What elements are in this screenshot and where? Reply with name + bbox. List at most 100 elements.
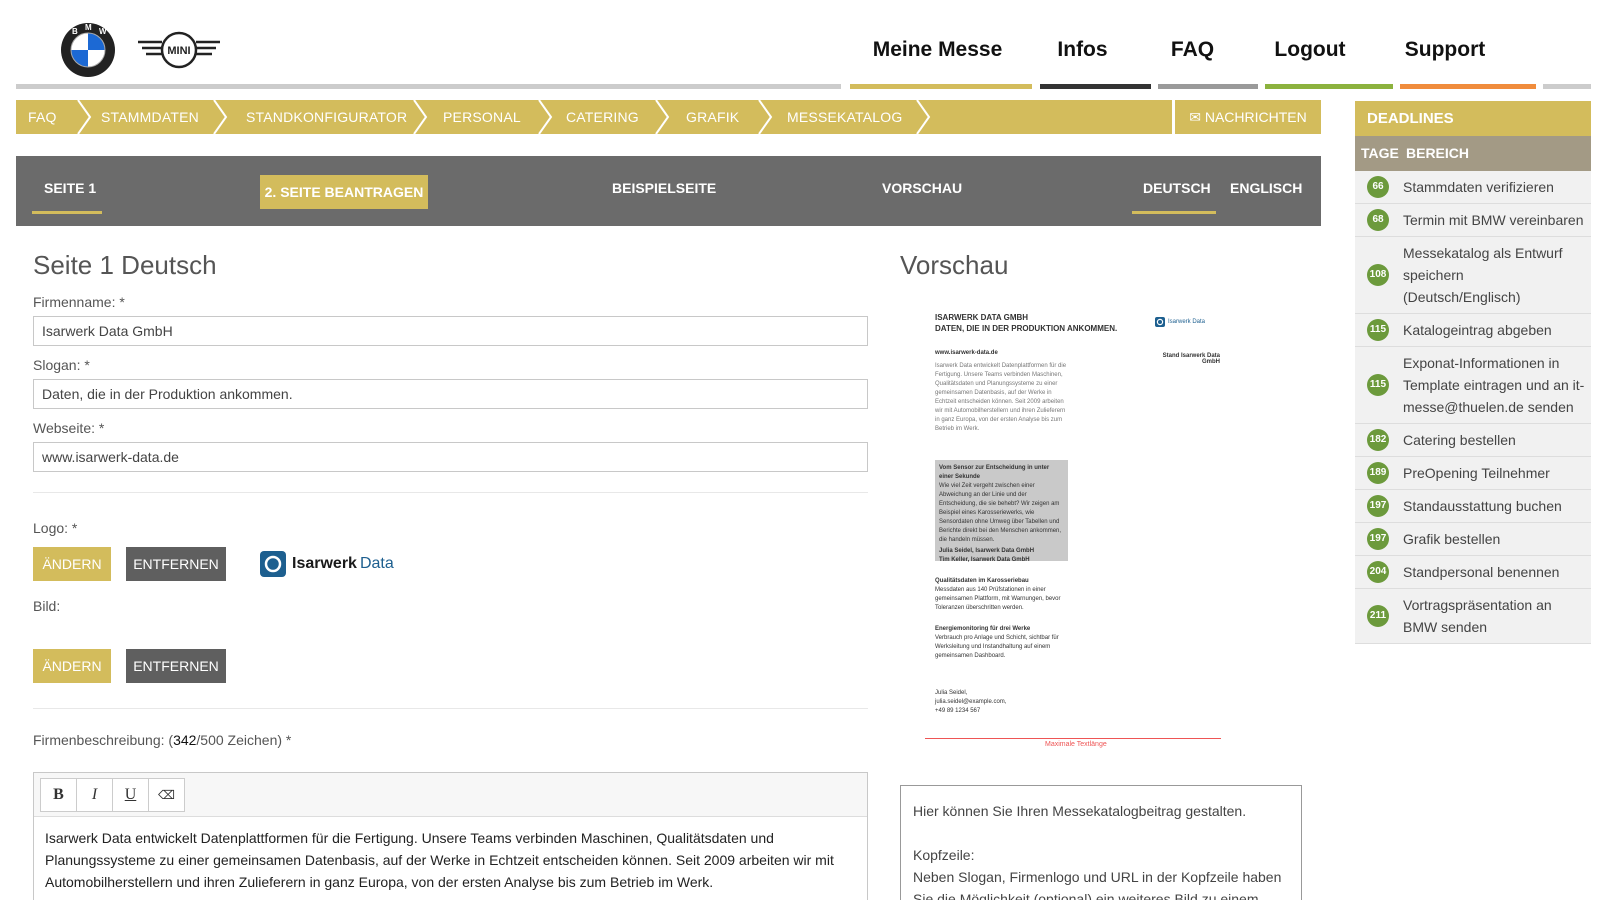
- image-label: Bild:: [33, 598, 61, 614]
- description-char-count: 342: [173, 732, 197, 748]
- svg-text:MINI: MINI: [167, 45, 190, 57]
- nav-meine-messe[interactable]: Meine Messe: [850, 38, 1025, 62]
- breadcrumb-separator: [538, 100, 553, 134]
- logo-label: Logo: *: [33, 520, 78, 536]
- deadline-row[interactable]: 115 Katalogeintrag abgeben: [1355, 314, 1591, 347]
- description-label-suffix: /500 Zeichen) *: [196, 732, 292, 748]
- description-text[interactable]: Isarwerk Data entwickelt Datenplattforme…: [34, 817, 867, 900]
- preview-item-2-body: Verbrauch pro Anlage und Schicht, sichtb…: [935, 635, 1059, 659]
- deadline-row[interactable]: 204 Standpersonal benennen: [1355, 556, 1591, 589]
- lang-de[interactable]: DEUTSCH: [1143, 180, 1211, 196]
- days-badge: 115: [1367, 319, 1389, 341]
- nav-underline-faq: [1158, 84, 1258, 89]
- preview-box-body: Wie viel Zeit vergeht zwischen einer Abw…: [939, 483, 1062, 543]
- deadline-text: Messekatalog als Entwurf speichern (Deut…: [1403, 245, 1563, 305]
- nav-faq[interactable]: FAQ: [1140, 38, 1245, 62]
- italic-button[interactable]: I: [76, 778, 113, 812]
- website-field[interactable]: [33, 442, 868, 472]
- image-change-button[interactable]: ÄNDERN: [33, 649, 111, 683]
- tab-page-1[interactable]: SEITE 1: [44, 180, 96, 196]
- deadline-row[interactable]: 108 Messekatalog als Entwurf speichern (D…: [1355, 237, 1591, 314]
- breadcrumb-personal[interactable]: PERSONAL: [443, 100, 521, 134]
- nav-support[interactable]: Support: [1375, 38, 1515, 62]
- nav-underline-infos: [1040, 84, 1151, 89]
- tab-preview[interactable]: VORSCHAU: [882, 180, 962, 196]
- breadcrumb-separator: [413, 100, 428, 134]
- deadline-row[interactable]: 182 Catering bestellen: [1355, 424, 1591, 457]
- breadcrumb-separator: [758, 100, 773, 134]
- tab-example-page[interactable]: BEISPIELSEITE: [612, 180, 716, 196]
- breadcrumb-separator: [655, 100, 670, 134]
- breadcrumb-faq[interactable]: FAQ: [28, 100, 57, 134]
- days-badge: 66: [1367, 176, 1389, 198]
- lang-en[interactable]: ENGLISCH: [1230, 180, 1302, 196]
- deadline-row[interactable]: 68 Termin mit BMW vereinbaren: [1355, 204, 1591, 237]
- nav-infos[interactable]: Infos: [1025, 38, 1140, 62]
- preview-logo: Isarwerk Data: [1155, 317, 1205, 327]
- divider: [33, 708, 868, 709]
- deadline-row[interactable]: 197 Grafik bestellen: [1355, 523, 1591, 556]
- brand-logos: B M W MINI: [60, 20, 222, 80]
- deadline-row[interactable]: 66 Stammdaten verifizieren: [1355, 171, 1591, 204]
- logo-remove-button[interactable]: ENTFERNEN: [126, 547, 226, 581]
- description-label: Firmenbeschreibung: (342/500 Zeichen) *: [33, 732, 291, 748]
- deadlines-title: DEADLINES: [1355, 101, 1591, 136]
- preview-logo-icon: [1155, 317, 1165, 327]
- deadlines-col-days: TAGE: [1361, 145, 1399, 161]
- info-heading: Kopfzeile:: [913, 847, 975, 863]
- svg-text:B: B: [72, 27, 78, 36]
- breadcrumb-catering[interactable]: CATERING: [566, 100, 639, 134]
- slogan-field[interactable]: [33, 379, 868, 409]
- apply-page-2-button[interactable]: 2. SEITE BEANTRAGEN: [260, 175, 428, 209]
- nav-logout[interactable]: Logout: [1245, 38, 1375, 62]
- preview-slogan: DATEN, DIE IN DER PRODUKTION ANKOMMEN.: [935, 324, 1118, 333]
- days-badge: 197: [1367, 495, 1389, 517]
- breadcrumb-stammdaten[interactable]: STAMMDATEN: [101, 100, 199, 134]
- website-label: Webseite: *: [33, 420, 105, 436]
- deadline-text: PreOpening Teilnehmer: [1403, 465, 1550, 481]
- days-badge: 197: [1367, 528, 1389, 550]
- preview-title: Vorschau: [900, 250, 1009, 280]
- breadcrumb-messekatalog[interactable]: MESSEKATALOG: [787, 100, 902, 134]
- company-field[interactable]: [33, 316, 868, 346]
- catalog-preview: ISARWERK DATA GMBH DATEN, DIE IN DER PRO…: [925, 305, 1225, 755]
- deadline-row[interactable]: 189 PreOpening Teilnehmer: [1355, 457, 1591, 490]
- preview-item-2-title: Energiemonitoring für drei Werke: [935, 626, 1031, 632]
- deadline-row[interactable]: 211 Vortragspräsentation an BMW senden: [1355, 589, 1591, 644]
- days-badge: 211: [1367, 605, 1389, 627]
- page-subnav: SEITE 1 2. SEITE BEANTRAGEN BEISPIELSEIT…: [16, 156, 1321, 226]
- preview-box-title: Vom Sensor zur Entscheidung in unter ein…: [939, 465, 1050, 480]
- underline-button[interactable]: U: [112, 778, 149, 812]
- days-badge: 204: [1367, 561, 1389, 583]
- description-label-prefix: Firmenbeschreibung: (: [33, 732, 174, 748]
- company-logo-text-2: Data: [359, 555, 394, 572]
- preview-stand: Stand Isarwerk Data GmbH: [1162, 353, 1220, 365]
- logo-change-button[interactable]: ÄNDERN: [33, 547, 111, 581]
- days-badge: 68: [1367, 209, 1389, 231]
- image-remove-button[interactable]: ENTFERNEN: [126, 649, 226, 683]
- deadline-text: Katalogeintrag abgeben: [1403, 322, 1552, 338]
- deadline-row[interactable]: 115 Exponat-Informationen in Template ein…: [1355, 347, 1591, 424]
- deadline-text: Catering bestellen: [1403, 432, 1516, 448]
- tab-page-1-underline: [32, 211, 102, 214]
- main-nav: Meine Messe Infos FAQ Logout Support: [850, 38, 1515, 62]
- nav-underline-logout: [1265, 84, 1393, 89]
- bmw-logo[interactable]: B M W: [60, 22, 116, 78]
- header-divider-right: [1543, 84, 1591, 89]
- clear-format-button[interactable]: ⌫: [148, 778, 185, 812]
- preview-highlight-box: Vom Sensor zur Entscheidung in unter ein…: [935, 460, 1068, 563]
- breadcrumb-standkonfigurator[interactable]: STANDKONFIGURATOR: [246, 100, 407, 134]
- messages-label: NACHRICHTEN: [1204, 109, 1307, 125]
- deadline-text: Vortragspräsentation an BMW senden: [1403, 597, 1552, 635]
- bold-button[interactable]: B: [40, 778, 77, 812]
- envelope-icon: ✉: [1189, 109, 1201, 125]
- company-label: Firmenname: *: [33, 294, 125, 310]
- breadcrumb-grafik[interactable]: GRAFIK: [686, 100, 739, 134]
- info-text: Neben Slogan, Firmenlogo und URL in der …: [913, 869, 1282, 900]
- editor-toolbar: B I U ⌫: [34, 773, 867, 817]
- svg-text:M: M: [85, 23, 92, 32]
- mini-logo[interactable]: MINI: [136, 30, 222, 70]
- breadcrumb-separator: [916, 100, 931, 134]
- messages-button[interactable]: ✉ NACHRICHTEN: [1175, 100, 1321, 134]
- deadline-row[interactable]: 197 Standausstattung buchen: [1355, 490, 1591, 523]
